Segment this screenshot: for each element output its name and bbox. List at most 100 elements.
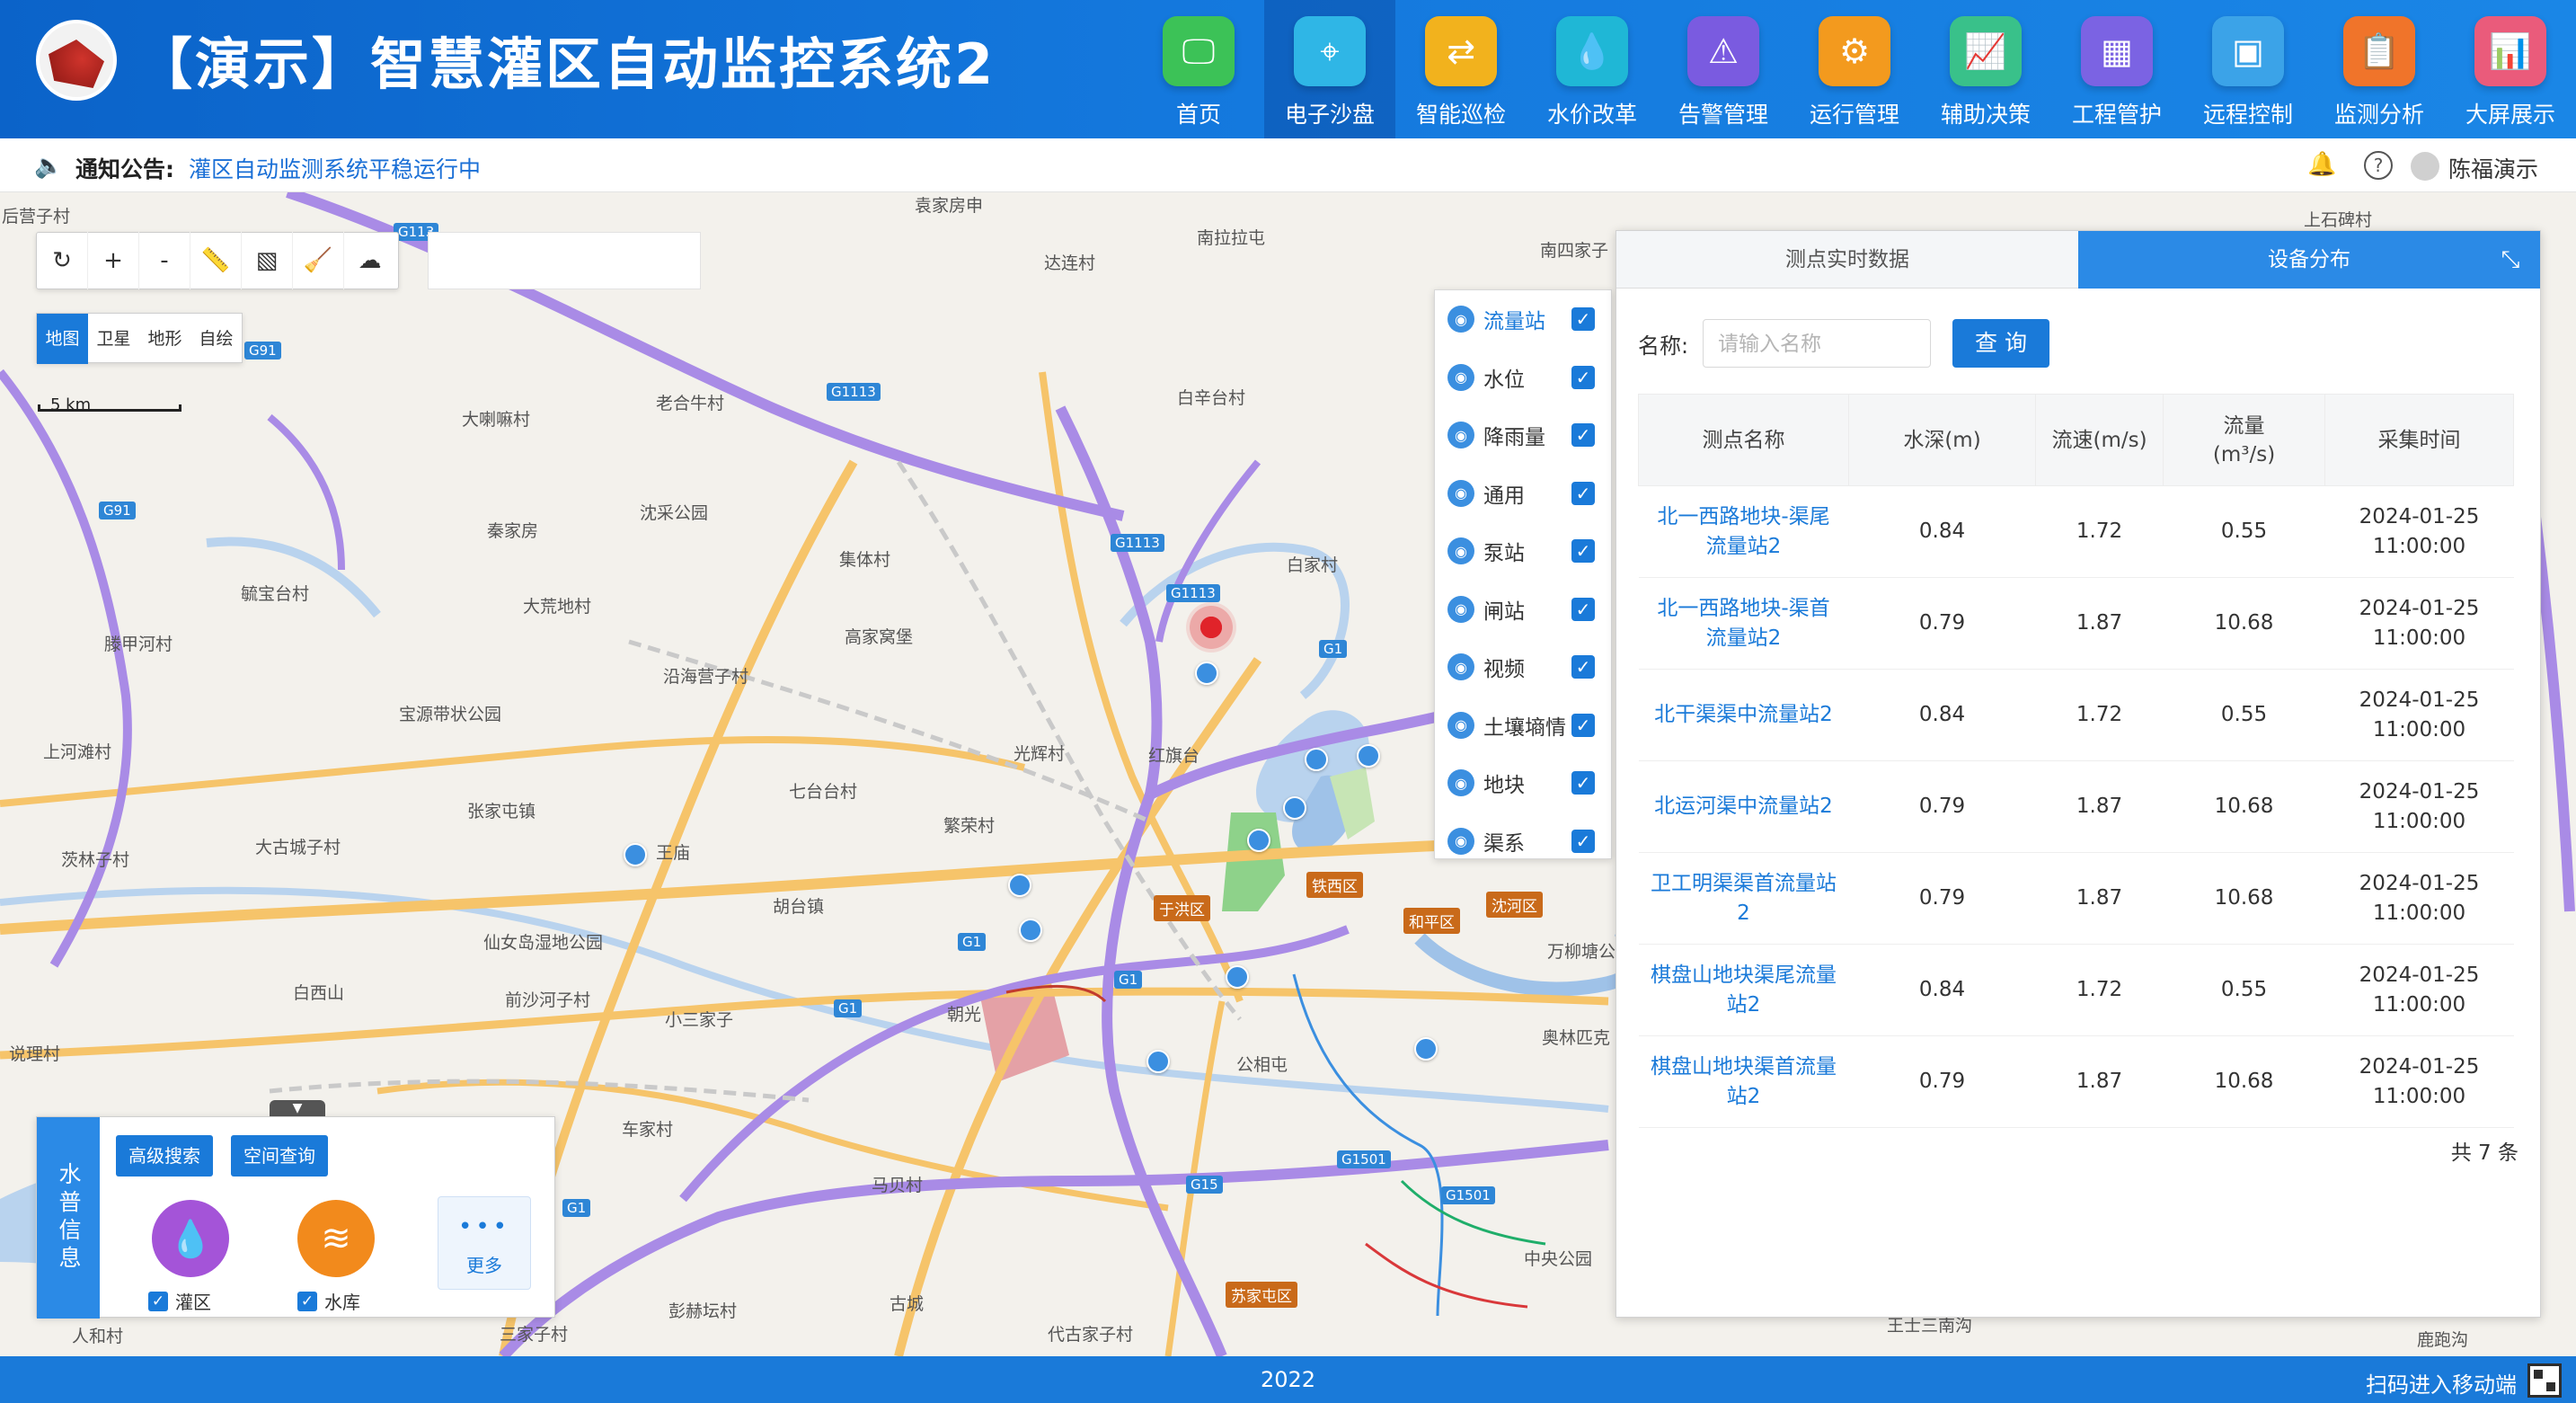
nav-item[interactable]: 📈 辅助决策 (1920, 0, 2051, 138)
table-row[interactable]: 棋盘山地块渠尾流量站2 0.84 1.72 0.55 2024-01-25 11:00:… (1638, 944, 2514, 1036)
map-canvas[interactable]: 后营子村 袁家房申 南拉拉屯 南四家子 达连村 白辛台村 老合牛村 大喇嘛村 沈… (0, 192, 2576, 1356)
nav-item[interactable]: ⇄ 智能巡检 (1395, 0, 1527, 138)
name-search-input[interactable] (1703, 319, 1931, 368)
layer-item[interactable]: ◉ 通用 ✓ (1435, 465, 1611, 523)
notice-text[interactable]: 灌区自动监测系统平稳运行中 (189, 152, 481, 184)
flow-station-marker[interactable] (1247, 829, 1270, 852)
station-name-cell[interactable]: 北运河渠中流量站2 (1638, 760, 1849, 853)
map-type-button[interactable]: 地图 (37, 314, 88, 364)
zoom-in-icon[interactable]: + (88, 232, 139, 289)
table-row[interactable]: 北一西路地块-渠首流量站2 0.79 1.87 10.68 2024-01-25 11:… (1638, 577, 2514, 670)
layer-checkbox[interactable]: ✓ (1571, 713, 1595, 737)
area-measure-icon[interactable]: ▧ (242, 232, 293, 289)
layer-item[interactable]: ◉ 泵站 ✓ (1435, 522, 1611, 581)
layer-item[interactable]: ◉ 视频 ✓ (1435, 638, 1611, 697)
nav-item[interactable]: ⚠ 告警管理 (1658, 0, 1789, 138)
table-row[interactable]: 北一西路地块-渠尾流量站2 0.84 1.72 0.55 2024-01-25 11:0… (1638, 485, 2514, 578)
more-button[interactable]: ••• 更多 (438, 1196, 531, 1290)
layer-item[interactable]: ◉ 土壤墒情 ✓ (1435, 697, 1611, 755)
reservoir-icon[interactable]: ≋ (297, 1200, 375, 1277)
weather-icon[interactable]: ☁ (344, 232, 395, 289)
speaker-icon: 🔈 (34, 153, 64, 180)
flow-station-marker[interactable] (1283, 796, 1306, 820)
layer-item[interactable]: ◉ 水位 ✓ (1435, 349, 1611, 407)
layer-label: 通用 (1483, 484, 1525, 508)
nav-item[interactable]: ⌖ 电子沙盘 (1264, 0, 1395, 138)
help-icon[interactable]: ? (2364, 151, 2393, 180)
station-name-cell[interactable]: 北一西路地块-渠尾流量站2 (1638, 485, 1849, 578)
advanced-search-button[interactable]: 高级搜索 (116, 1135, 213, 1177)
avatar[interactable] (2411, 152, 2439, 181)
speed-cell: 1.87 (2035, 577, 2164, 670)
station-name-cell[interactable]: 棋盘山地块渠尾流量站2 (1638, 944, 1849, 1036)
spatial-query-button[interactable]: 空间查询 (231, 1135, 328, 1177)
map-label: 彭赫坛村 (668, 1301, 738, 1321)
irrigation-district-checkbox[interactable]: ✓ 灌区 (148, 1288, 211, 1314)
selected-station-marker[interactable] (1186, 602, 1236, 653)
layer-checkbox[interactable]: ✓ (1571, 365, 1595, 389)
measure-ruler-icon[interactable]: 📏 (190, 232, 242, 289)
map-type-button[interactable]: 地形 (139, 314, 190, 364)
collapse-icon[interactable]: ⤡ (2497, 246, 2524, 273)
flow-station-marker[interactable] (1195, 662, 1218, 685)
query-button[interactable]: 查 询 (1952, 319, 2049, 368)
tab-realtime-data[interactable]: 测点实时数据 (1616, 231, 2078, 289)
clear-brush-icon[interactable]: 🧹 (293, 232, 344, 289)
layer-checkbox[interactable]: ✓ (1571, 597, 1595, 621)
layer-item[interactable]: ◉ 降雨量 ✓ (1435, 406, 1611, 465)
reservoir-checkbox[interactable]: ✓ 水库 (297, 1288, 360, 1314)
collapse-handle[interactable]: ▼ (270, 1100, 325, 1116)
layer-label: 泵站 (1483, 542, 1525, 566)
nav-item[interactable]: ⚙ 运行管理 (1789, 0, 1920, 138)
station-name-cell[interactable]: 卫工明渠渠首流量站2 (1638, 852, 1849, 945)
table-row[interactable]: 北运河渠中流量站2 0.79 1.87 10.68 2024-01-25 11:00:0… (1638, 760, 2514, 853)
layer-checkbox[interactable]: ✓ (1571, 539, 1595, 564)
layer-item[interactable]: ◉ 渠系 ✓ (1435, 812, 1611, 871)
mobile-qr-text[interactable]: 扫码进入移动端 (2366, 1367, 2517, 1399)
table-row[interactable]: 北干渠渠中流量站2 0.84 1.72 0.55 2024-01-25 11:00:00 (1638, 669, 2514, 761)
flow-station-marker[interactable] (1008, 874, 1031, 897)
flow-station-marker[interactable] (1226, 965, 1249, 989)
flow-station-marker[interactable] (1305, 748, 1328, 771)
nav-label: 水价改革 (1546, 102, 1637, 128)
layer-item[interactable]: ◉ 闸站 ✓ (1435, 581, 1611, 639)
nav-item[interactable]: ▦ 工程管护 (2051, 0, 2182, 138)
map-label: 滕甲河村 (104, 635, 173, 654)
layer-item[interactable]: ◉ 地块 ✓ (1435, 754, 1611, 812)
qr-code-icon[interactable] (2527, 1363, 2562, 1398)
station-name-cell[interactable]: 北一西路地块-渠首流量站2 (1638, 577, 1849, 670)
flow-station-marker[interactable] (1357, 744, 1380, 768)
zoom-out-icon[interactable]: - (139, 232, 190, 289)
layer-checkbox[interactable]: ✓ (1571, 481, 1595, 505)
flow-station-marker[interactable] (1146, 1050, 1170, 1073)
nav-item[interactable]: 🖵 首页 (1133, 0, 1264, 138)
bell-icon[interactable]: 🔔 (2307, 151, 2336, 178)
flow-station-marker[interactable] (1414, 1037, 1438, 1061)
map-label: 万柳塘公 (1547, 942, 1616, 962)
nav-item[interactable]: 📊 大屏展示 (2445, 0, 2576, 138)
map-label: 高家窝堡 (845, 627, 914, 647)
map-label: 后营子村 (2, 207, 71, 226)
layer-checkbox[interactable]: ✓ (1571, 655, 1595, 679)
layer-item[interactable]: ◉ 流量站 ✓ (1435, 290, 1611, 349)
station-name-cell[interactable]: 北干渠渠中流量站2 (1638, 669, 1849, 761)
tab-device-distribution[interactable]: 设备分布 (2078, 231, 2540, 289)
map-type-button[interactable]: 自绘 (190, 314, 242, 364)
layer-checkbox[interactable]: ✓ (1571, 771, 1595, 795)
irrigation-district-icon[interactable]: 💧 (152, 1200, 229, 1277)
user-name[interactable]: 陈福演示 (2448, 152, 2538, 184)
table-row[interactable]: 卫工明渠渠首流量站2 0.79 1.87 10.68 2024-01-25 11:00:… (1638, 852, 2514, 945)
layer-checkbox[interactable]: ✓ (1571, 307, 1595, 332)
station-name-cell[interactable]: 棋盘山地块渠首流量站2 (1638, 1035, 1849, 1128)
refresh-icon[interactable]: ↻ (37, 232, 88, 289)
layer-checkbox[interactable]: ✓ (1571, 829, 1595, 853)
map-type-button[interactable]: 卫星 (88, 314, 139, 364)
flow-station-marker[interactable] (624, 843, 647, 866)
layer-checkbox[interactable]: ✓ (1571, 423, 1595, 448)
table-row[interactable]: 棋盘山地块渠首流量站2 0.79 1.87 10.68 2024-01-25 11:00… (1638, 1035, 2514, 1128)
flow-station-marker[interactable] (1019, 919, 1042, 942)
nav-item[interactable]: ▣ 远程控制 (2182, 0, 2314, 138)
nav-item[interactable]: 💧 水价改革 (1527, 0, 1658, 138)
map-search-box[interactable] (428, 232, 701, 289)
nav-item[interactable]: 📋 监测分析 (2314, 0, 2445, 138)
